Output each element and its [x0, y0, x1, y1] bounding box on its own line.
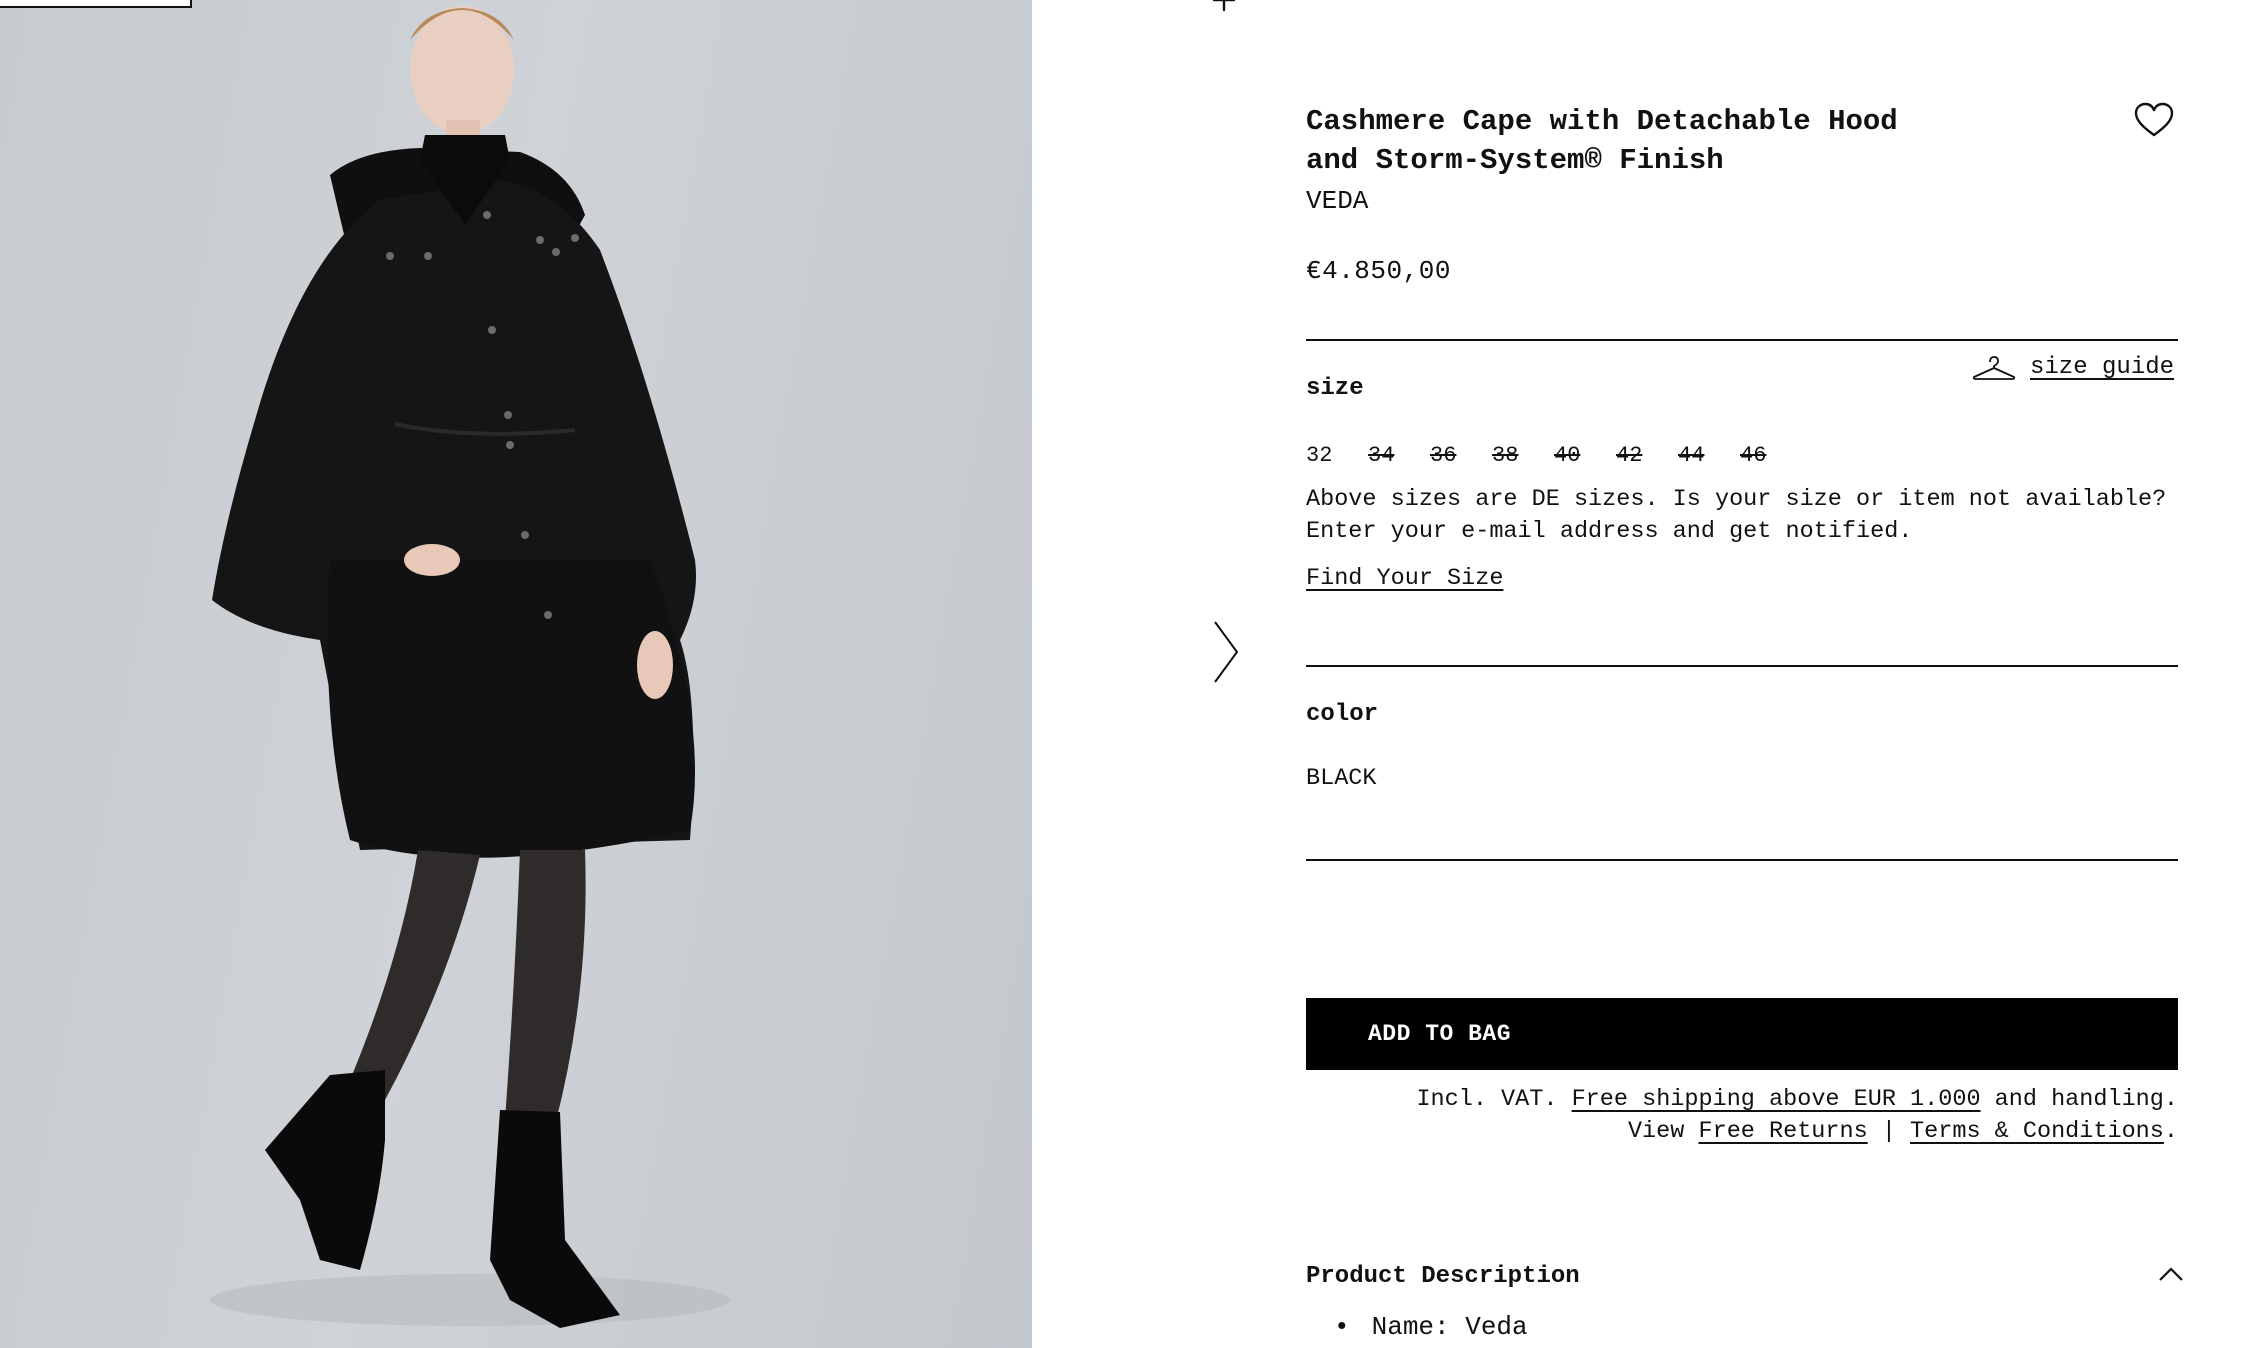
chevron-up-icon[interactable] — [2158, 1266, 2184, 1282]
brand-name: VEDA — [1306, 186, 1369, 216]
view-prefix: View — [1627, 1118, 1685, 1145]
terms-conditions-link[interactable]: Terms & Conditions — [1910, 1118, 2164, 1145]
product-title: Cashmere Cape with Detachable Hood and S… — [1306, 105, 1898, 177]
returns-terms-line: View Free Returns | Terms & Conditions. — [1628, 1116, 2178, 1148]
size-option-32[interactable]: 32 — [1306, 442, 1368, 470]
chevron-right-icon[interactable] — [1212, 618, 1240, 686]
size-option-36[interactable]: 36 — [1430, 442, 1492, 470]
product-description-header[interactable]: Product Description — [1306, 1262, 1580, 1292]
find-your-size-link[interactable]: Find Your Size — [1306, 563, 1503, 595]
description-list-item: • Name: Veda — [1334, 1310, 1528, 1344]
color-label: color — [1306, 701, 1379, 728]
divider — [1306, 339, 2178, 341]
vat-shipping-line: Incl. VAT. Free shipping above EUR 1.000… — [1416, 1084, 2178, 1116]
heart-icon[interactable] — [2134, 102, 2174, 138]
free-shipping-link[interactable]: Free shipping above EUR 1.000 — [1572, 1086, 1981, 1113]
size-note: Above sizes are DE sizes. Is your size o… — [1306, 486, 2167, 545]
hanger-icon — [1972, 355, 2016, 380]
vat-suffix: and handling. — [1994, 1086, 2178, 1113]
size-label: size — [1306, 375, 1364, 402]
image-thumbnail-frame — [0, 0, 192, 8]
size-guide-link[interactable]: size guide — [1972, 354, 2174, 381]
size-options: 32 34 36 38 40 42 44 46 — [1306, 442, 1802, 470]
size-option-38[interactable]: 38 — [1492, 442, 1554, 470]
bullet: • — [1334, 1312, 1350, 1342]
description-item-text: Name: Veda — [1371, 1312, 1528, 1342]
divider — [1306, 665, 2178, 667]
vat-prefix: Incl. VAT. — [1416, 1086, 1558, 1113]
size-option-40[interactable]: 40 — [1554, 442, 1616, 470]
separator: | — [1881, 1118, 1896, 1145]
model-wearing-cape-illustration — [210, 6, 730, 1328]
size-option-42[interactable]: 42 — [1616, 442, 1678, 470]
size-guide-label: size guide — [2030, 354, 2175, 381]
size-option-44[interactable]: 44 — [1678, 442, 1740, 470]
size-option-34[interactable]: 34 — [1368, 442, 1430, 470]
terms-suffix: . — [2163, 1118, 2178, 1145]
free-returns-link[interactable]: Free Returns — [1698, 1118, 1867, 1145]
zoom-plus-icon[interactable] — [1212, 0, 1236, 12]
product-image[interactable] — [0, 0, 1032, 1348]
color-value[interactable]: BLACK — [1306, 764, 1377, 794]
size-option-46[interactable]: 46 — [1740, 442, 1802, 470]
product-price: €4.850,00 — [1306, 256, 1451, 286]
add-to-bag-button[interactable]: ADD TO BAG — [1306, 998, 2178, 1070]
divider — [1306, 859, 2178, 861]
